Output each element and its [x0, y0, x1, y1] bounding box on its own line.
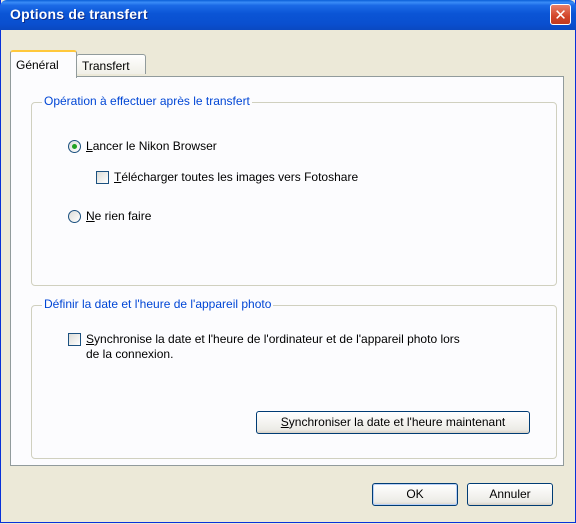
checkbox-upload-fotoshare[interactable] — [96, 171, 109, 184]
title-bar[interactable]: Options de transfert ✕ — [0, 0, 576, 30]
tab-general-label: Général — [16, 58, 59, 72]
tab-transfert-label: Transfert — [82, 59, 130, 73]
radio-do-nothing[interactable] — [68, 210, 81, 223]
group-datetime-legend: Définir la date et l'heure de l'appareil… — [42, 297, 274, 311]
group-after-transfer: Opération à effectuer après le transfert — [31, 94, 557, 286]
radio-selected-dot — [72, 144, 77, 149]
sync-now-button[interactable]: Synchroniser la date et l'heure maintena… — [256, 411, 530, 434]
group-datetime: Définir la date et l'heure de l'appareil… — [31, 297, 557, 459]
close-icon[interactable]: ✕ — [550, 4, 571, 25]
radio-launch-browser-label[interactable]: Lancer le Nikon Browser — [86, 139, 217, 153]
radio-launch-browser[interactable] — [68, 140, 81, 153]
cancel-button[interactable]: Annuler — [467, 483, 553, 506]
checkbox-sync-on-connect[interactable] — [68, 333, 81, 346]
ok-button[interactable]: OK — [372, 483, 458, 506]
window-title: Options de transfert — [10, 6, 148, 22]
checkbox-sync-on-connect-label[interactable]: Synchronise la date et l'heure de l'ordi… — [86, 332, 460, 346]
radio-do-nothing-label[interactable]: Ne rien faire — [86, 209, 151, 223]
tab-transfert[interactable]: Transfert — [76, 54, 146, 74]
tab-general[interactable]: Général — [10, 50, 77, 78]
checkbox-upload-fotoshare-label[interactable]: Télécharger toutes les images vers Fotos… — [114, 170, 358, 184]
checkbox-sync-on-connect-label-line2[interactable]: de la connexion. — [86, 347, 173, 361]
group-after-transfer-legend: Opération à effectuer après le transfert — [42, 94, 252, 108]
tab-panel-general: Opération à effectuer après le transfert… — [10, 76, 564, 466]
